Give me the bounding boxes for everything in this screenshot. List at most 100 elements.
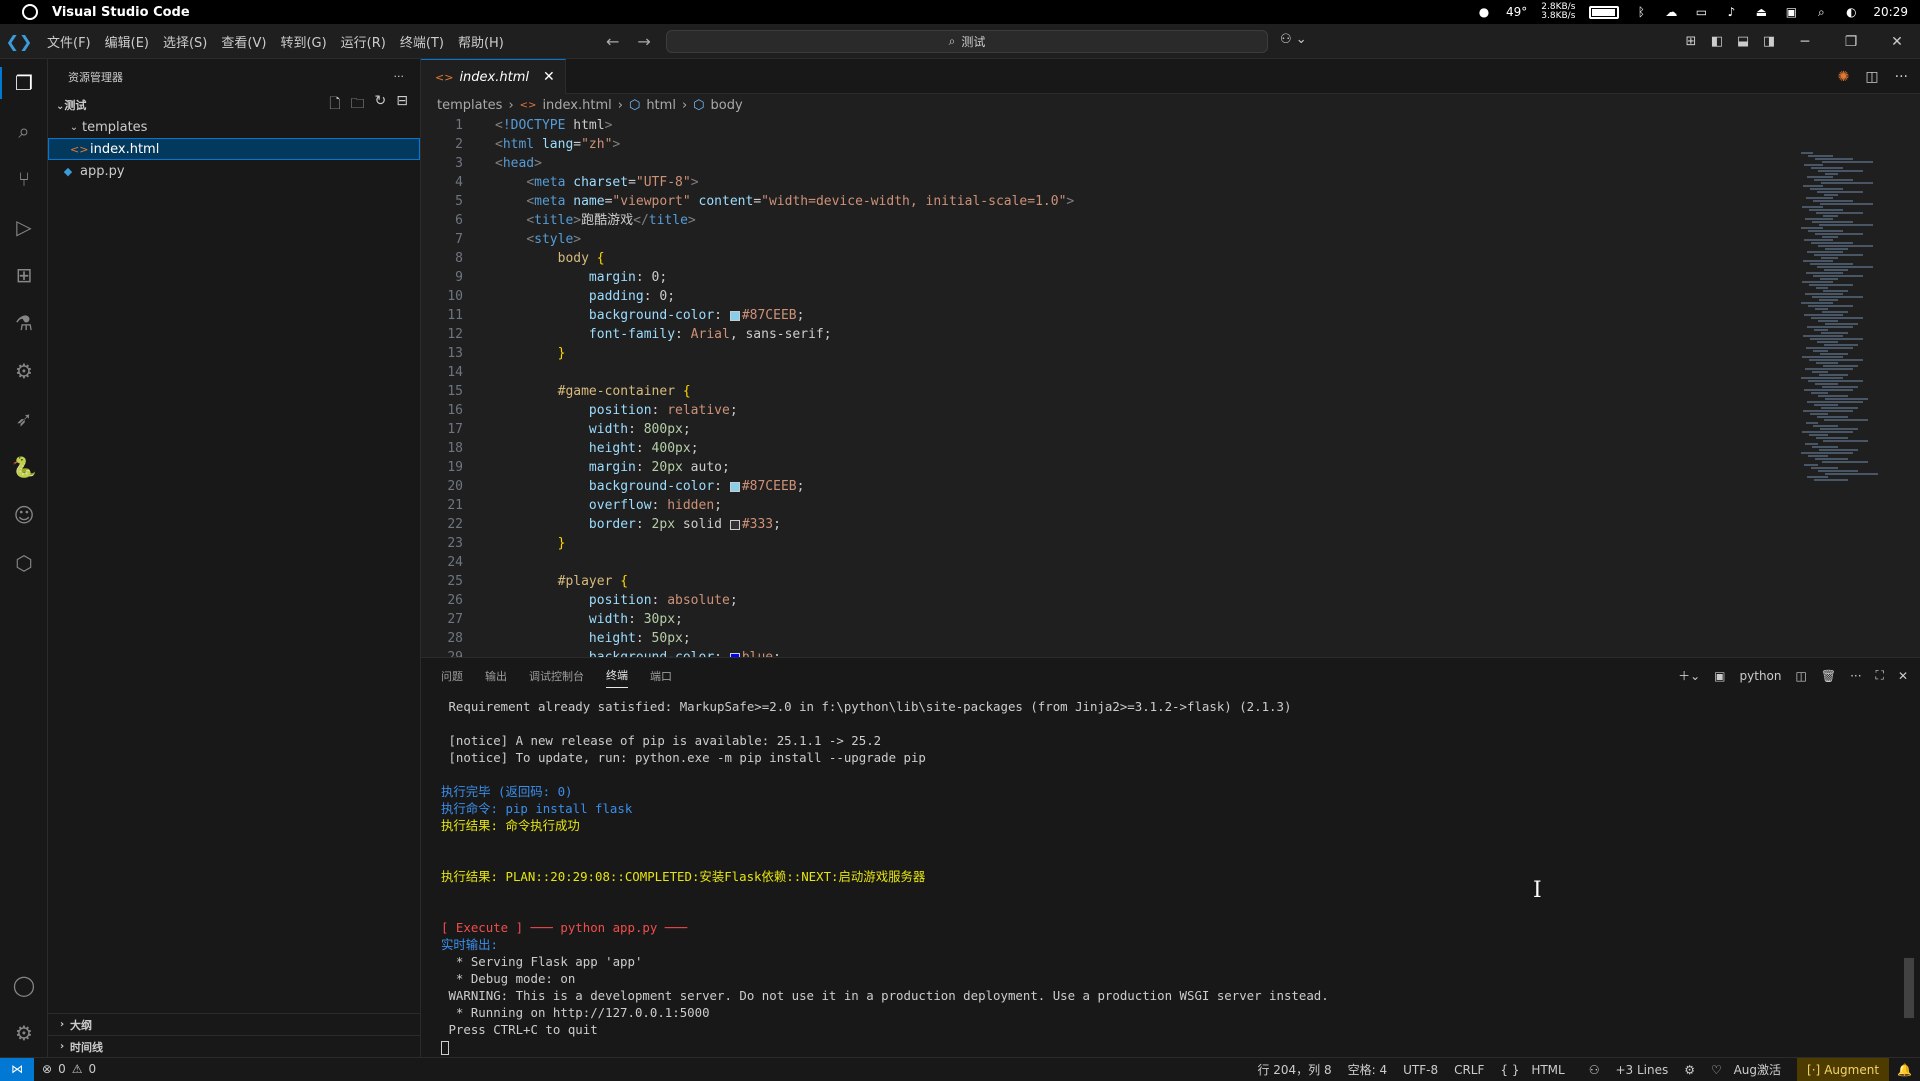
terminal-scrollbar[interactable]	[1904, 958, 1914, 1018]
breadcrumb-html[interactable]: html	[646, 98, 676, 113]
minimize-icon[interactable]: ─	[1782, 24, 1828, 59]
tree-item-index-html[interactable]: <> index.html	[48, 138, 420, 160]
explorer-icon[interactable]: ❐	[0, 59, 48, 107]
forward-arrow-icon[interactable]: →	[637, 32, 650, 51]
maximize-panel-icon[interactable]: ⛶	[1876, 668, 1884, 683]
customize-layout-icon[interactable]: ⊞	[1678, 34, 1704, 49]
cursor-position[interactable]: 行 204，列 8	[1249, 1061, 1339, 1078]
panel-more-icon[interactable]: ···	[1850, 669, 1861, 683]
toggle-secondary-sidebar-icon[interactable]: ◨	[1756, 34, 1782, 49]
minimap-line	[1815, 458, 1848, 460]
battery-icon[interactable]	[1589, 5, 1620, 19]
cloud-icon[interactable]: ☁	[1663, 5, 1679, 19]
error-icon: ⊗	[42, 1062, 53, 1076]
remote-explorer-icon[interactable]: ⚙	[0, 347, 48, 395]
restore-icon[interactable]: ❐	[1828, 24, 1874, 59]
timeline-label: 时间线	[70, 1040, 103, 1054]
encoding[interactable]: UTF-8	[1395, 1063, 1446, 1077]
bluetooth-icon[interactable]: ᛒ	[1633, 5, 1649, 19]
terminal-prompt[interactable]	[441, 1038, 1881, 1055]
tab-output[interactable]: 输出	[485, 668, 507, 684]
augment-button[interactable]: [·] Augment	[1797, 1058, 1890, 1081]
menu-selection[interactable]: 选择(S)	[156, 28, 214, 55]
menu-file[interactable]: 文件(F)	[40, 28, 98, 55]
indentation[interactable]: 空格: 4	[1340, 1061, 1396, 1078]
close-window-icon[interactable]: ✕	[1874, 24, 1920, 59]
terminal-shell-label[interactable]: python	[1740, 669, 1782, 683]
volume-icon[interactable]: ♪	[1723, 5, 1739, 19]
copilot-chat-icon[interactable]: ☺	[0, 491, 48, 539]
aug-activate[interactable]: ♡ Aug激活	[1703, 1061, 1797, 1078]
terminal-output[interactable]: Requirement already satisfied: MarkupSaf…	[441, 698, 1881, 1055]
account-icon[interactable]: ◯	[0, 961, 48, 1009]
tab-index-html[interactable]: <> index.html ✕	[421, 59, 566, 94]
collapse-all-icon[interactable]: ⊟	[396, 93, 408, 117]
notifications-icon[interactable]: 🔔	[1889, 1063, 1920, 1077]
tab-ports[interactable]: 端口	[650, 668, 672, 684]
workspace-folder[interactable]: ⌄测试 🗋 🗀 ↻ ⊟	[48, 93, 420, 117]
split-terminal-icon[interactable]: ◫	[1796, 669, 1807, 683]
breadcrumb-templates[interactable]: templates	[437, 98, 502, 113]
control-center-icon[interactable]: ◐	[1843, 5, 1859, 19]
python-icon[interactable]: 🐍	[0, 443, 48, 491]
more-actions-icon[interactable]: ···	[394, 70, 405, 83]
spotlight-search-icon[interactable]: ⌕	[1813, 5, 1829, 19]
menu-go[interactable]: 转到(G)	[273, 28, 333, 55]
end-of-line[interactable]: CRLF	[1446, 1063, 1492, 1077]
editor-scrollbar[interactable]	[1906, 116, 1920, 657]
new-file-icon[interactable]: 🗋	[329, 93, 340, 117]
code-text: width: 30px;	[588, 612, 683, 627]
outline-section[interactable]: › 大纲	[48, 1013, 421, 1035]
copilot-status-icon[interactable]: ⚇	[1581, 1063, 1608, 1077]
tab-debug-console[interactable]: 调试控制台	[529, 668, 584, 684]
toggle-sidebar-icon[interactable]: ◧	[1704, 34, 1730, 49]
command-center-search[interactable]: ⌕ 测试	[666, 30, 1268, 53]
tab-problems[interactable]: 问题	[441, 668, 463, 684]
menu-help[interactable]: 帮助(H)	[451, 28, 511, 55]
containers-icon[interactable]: ⬡	[0, 539, 48, 587]
new-folder-icon[interactable]: 🗀	[351, 93, 365, 117]
source-control-icon[interactable]: ⑂	[0, 155, 48, 203]
display-icon[interactable]: ▭	[1693, 5, 1709, 19]
kill-terminal-icon[interactable]: 🗑	[1821, 669, 1836, 683]
language-mode[interactable]: { } HTML	[1492, 1063, 1580, 1077]
breadcrumb-body[interactable]: body	[711, 98, 743, 113]
copilot-icon[interactable]: ⚇ ⌄	[1280, 32, 1307, 47]
run-debug-icon[interactable]: ▷	[0, 203, 48, 251]
preview-icon[interactable]: ✺	[1838, 69, 1850, 85]
close-tab-icon[interactable]: ✕	[543, 69, 555, 85]
menu-edit[interactable]: 编辑(E)	[98, 28, 156, 55]
deploy-icon[interactable]: ➶	[0, 395, 48, 443]
code-editor[interactable]: 1 <!DOCTYPE html> 2 <html lang="zh"> 3 <head>…	[421, 116, 1791, 657]
toggle-panel-icon[interactable]: ⬓	[1730, 34, 1756, 49]
problems-indicator[interactable]: ⊗ 0 ⚠ 0	[34, 1062, 96, 1076]
manage-gear-icon[interactable]: ⚙	[0, 1009, 48, 1057]
line-changes[interactable]: +3 Lines	[1607, 1063, 1676, 1077]
split-editor-icon[interactable]: ◫	[1865, 69, 1878, 85]
editor-more-icon[interactable]: ···	[1895, 69, 1908, 85]
user-icon[interactable]: ●	[1476, 5, 1492, 19]
minimap[interactable]	[1791, 116, 1911, 657]
breadcrumb-index-html[interactable]: index.html	[542, 98, 611, 113]
close-panel-icon[interactable]: ✕	[1898, 669, 1908, 683]
remote-indicator-icon[interactable]: ⋈	[0, 1057, 34, 1081]
tree-item-app-py[interactable]: ◆ app.py	[48, 160, 420, 182]
app-tray-icon[interactable]: ▣	[1783, 5, 1799, 19]
menu-run[interactable]: 运行(R)	[334, 28, 393, 55]
timeline-section[interactable]: › 时间线	[48, 1035, 421, 1057]
extensions-icon[interactable]: ⊞	[0, 251, 48, 299]
search-view-icon[interactable]: ⌕	[0, 107, 48, 155]
status-bar: ⋈ ⊗ 0 ⚠ 0 行 204，列 8 空格: 4 UTF-8 CRLF { } H…	[0, 1057, 1920, 1081]
testing-icon[interactable]: ⚗	[0, 299, 48, 347]
os-logo-icon[interactable]	[22, 4, 38, 20]
extension-status-icon[interactable]: ⚙	[1676, 1063, 1703, 1077]
tree-item-templates[interactable]: ⌄ templates	[48, 116, 420, 138]
minimap-line	[1824, 194, 1838, 196]
menu-view[interactable]: 查看(V)	[214, 28, 273, 55]
refresh-icon[interactable]: ↻	[375, 93, 387, 117]
tab-terminal[interactable]: 终端	[606, 667, 628, 688]
menu-terminal[interactable]: 终端(T)	[393, 28, 451, 55]
eject-icon[interactable]: ⏏	[1753, 5, 1769, 19]
back-arrow-icon[interactable]: ←	[606, 32, 619, 51]
new-terminal-icon[interactable]: ＋⌄	[1678, 667, 1700, 684]
